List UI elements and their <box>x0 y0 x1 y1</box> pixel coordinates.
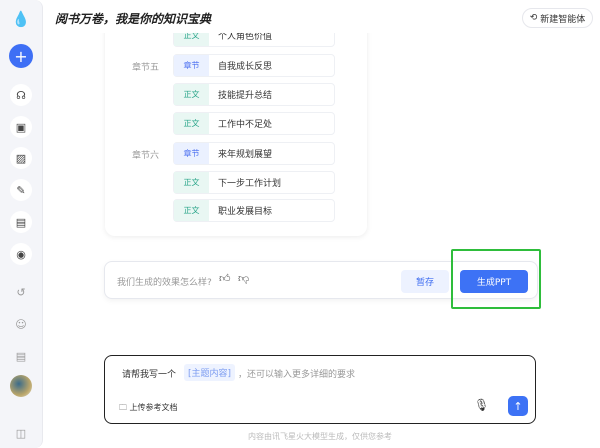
outline-card: 正文 个人角色价值 章节 自我成长反思 章节五 正文 技能提升总结 正文 工作中不足处 章节 来年规… <box>105 0 367 236</box>
row-tag: 正文 <box>174 200 209 221</box>
chapter-label: 章节六 <box>132 151 160 161</box>
outline-row[interactable]: 正文 下一步工作计划 <box>173 171 335 194</box>
app-logo-icon: 💧 <box>11 10 31 28</box>
row-tag: 章节 <box>174 143 209 164</box>
feedback-question: 我们生成的效果怎么样? <box>117 278 212 288</box>
document-icon[interactable]: ▤ <box>10 211 32 233</box>
row-tag: 章节 <box>174 55 209 76</box>
pen-icon[interactable]: ✎ <box>10 179 32 201</box>
row-tag: 正文 <box>174 84 209 105</box>
sidebar: 💧 + ☊ ▣ ▨ ✎ ▤ ◉ ↺ ☺ ▤ ◫ <box>0 0 43 448</box>
save-draft-button[interactable]: 暂存 <box>401 270 449 293</box>
highlight-box <box>451 249 541 309</box>
outline-row[interactable]: 正文 技能提升总结 <box>173 83 335 106</box>
outline-row[interactable]: 正文 职业发展目标 <box>173 199 335 222</box>
upload-document-button[interactable]: 🗀 上传参考文档 <box>119 402 178 416</box>
outline-row[interactable]: 正文 工作中不足处 <box>173 112 335 135</box>
topic-chip[interactable]: [主题内容] <box>184 364 236 381</box>
row-text: 职业发展目标 <box>218 207 273 217</box>
send-button[interactable]: ↑ <box>508 396 528 416</box>
presentation-icon[interactable]: ▣ <box>10 116 32 138</box>
new-agent-icon: ⟲ <box>529 13 538 23</box>
new-chat-button[interactable]: + <box>9 44 33 68</box>
outline-row[interactable]: 章节 来年规划展望 <box>173 142 335 165</box>
target-icon[interactable]: ◉ <box>10 243 32 265</box>
prompt-input[interactable]: 请帮我写一个 [主题内容] ，还可以输入更多详细的要求 🗀 上传参考文档 🎙︎ … <box>104 355 536 424</box>
row-text: 技能提升总结 <box>218 91 273 101</box>
microphone-icon[interactable]: 🎙︎ <box>474 398 489 412</box>
disclaimer: 内容由讯飞星火大模型生成，仅供您参考 <box>248 432 392 441</box>
upload-label: 上传参考文档 <box>129 403 178 412</box>
avatar[interactable] <box>10 375 32 397</box>
prompt-suffix: ，还可以输入更多详细的要求 <box>238 370 356 380</box>
row-text: 下一步工作计划 <box>218 179 282 189</box>
prompt-prefix: 请帮我写一个 <box>122 370 177 380</box>
outline-row[interactable]: 章节 自我成长反思 <box>173 54 335 77</box>
row-text: 来年规划展望 <box>218 150 273 160</box>
page-title: 阅书万卷，我是你的知识宝典 <box>55 12 212 26</box>
row-text: 工作中不足处 <box>218 120 273 130</box>
image-icon[interactable]: ▨ <box>10 147 32 169</box>
folder-icon: 🗀 <box>119 403 130 412</box>
chapter-label: 章节五 <box>132 63 160 73</box>
chat-icon[interactable]: ☺ <box>10 313 32 335</box>
note-add-icon[interactable]: ▤ <box>10 345 32 367</box>
headset-icon[interactable]: ☊ <box>10 84 32 106</box>
thumbs-up-icon[interactable]: 👍︎ <box>219 272 231 285</box>
new-agent-button[interactable]: ⟲ 新建智能体 <box>522 8 593 28</box>
sidebar-toggle-icon[interactable]: ◫ <box>10 422 32 444</box>
history-icon[interactable]: ↺ <box>10 281 32 303</box>
row-text: 自我成长反思 <box>218 62 273 72</box>
row-tag: 正文 <box>174 172 209 193</box>
row-tag: 正文 <box>174 113 209 134</box>
new-agent-label: 新建智能体 <box>540 14 586 25</box>
thumbs-down-icon[interactable]: 👎︎ <box>238 272 249 285</box>
